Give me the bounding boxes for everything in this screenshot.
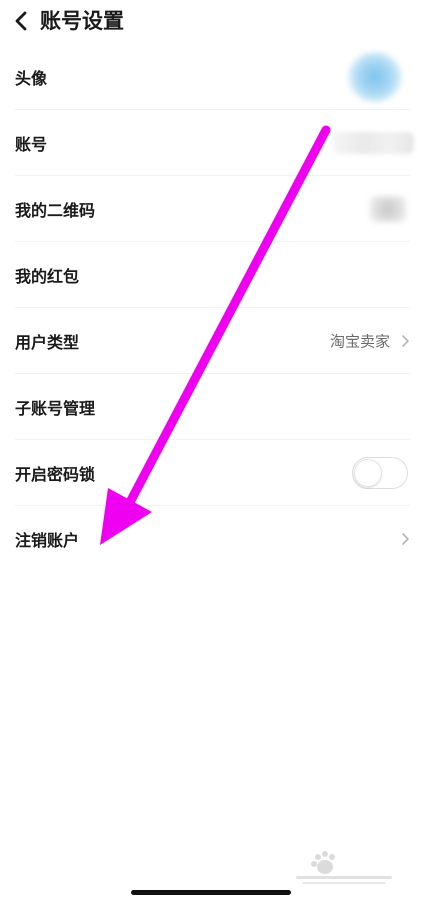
row-label-avatar: 头像: [15, 69, 48, 88]
user-type-value: 淘宝卖家: [329, 332, 390, 351]
toggle-knob: [354, 459, 382, 487]
row-label-cancel-account: 注销账户: [15, 531, 80, 550]
row-account[interactable]: 账号: [0, 110, 422, 176]
row-cancel-account[interactable]: 注销账户: [0, 506, 422, 572]
account-value-blurred: [332, 132, 414, 154]
avatar: [348, 52, 402, 102]
chevron-right-icon: [402, 533, 409, 545]
account-settings-page: 账号设置 头像 账号 我的二维码 我的红包 用户类型 淘宝卖家 子账号管理 开启…: [0, 0, 422, 902]
qr-code-icon: [370, 196, 406, 222]
watermark-logo-icon: [296, 851, 392, 884]
settings-list: 头像 账号 我的二维码 我的红包 用户类型 淘宝卖家 子账号管理 开启密码锁 注…: [0, 44, 422, 572]
row-label-red-packet: 我的红包: [15, 267, 80, 286]
row-label-user-type: 用户类型: [15, 333, 80, 352]
row-password-lock: 开启密码锁: [0, 440, 422, 506]
row-label-password-lock: 开启密码锁: [15, 465, 96, 484]
page-title: 账号设置: [40, 9, 124, 33]
row-label-account: 账号: [15, 135, 48, 154]
row-sub-account-management[interactable]: 子账号管理: [0, 374, 422, 440]
password-lock-toggle[interactable]: [352, 457, 408, 489]
row-my-red-packet[interactable]: 我的红包: [0, 242, 422, 308]
row-my-qr-code[interactable]: 我的二维码: [0, 176, 422, 242]
home-indicator: [131, 890, 291, 895]
row-label-sub-account: 子账号管理: [15, 399, 96, 418]
chevron-right-icon: [402, 335, 409, 347]
row-label-qr-code: 我的二维码: [15, 201, 96, 220]
row-avatar[interactable]: 头像: [0, 44, 422, 110]
row-user-type[interactable]: 用户类型 淘宝卖家: [0, 308, 422, 374]
chevron-left-icon[interactable]: [10, 8, 32, 34]
header: 账号设置: [0, 0, 422, 44]
